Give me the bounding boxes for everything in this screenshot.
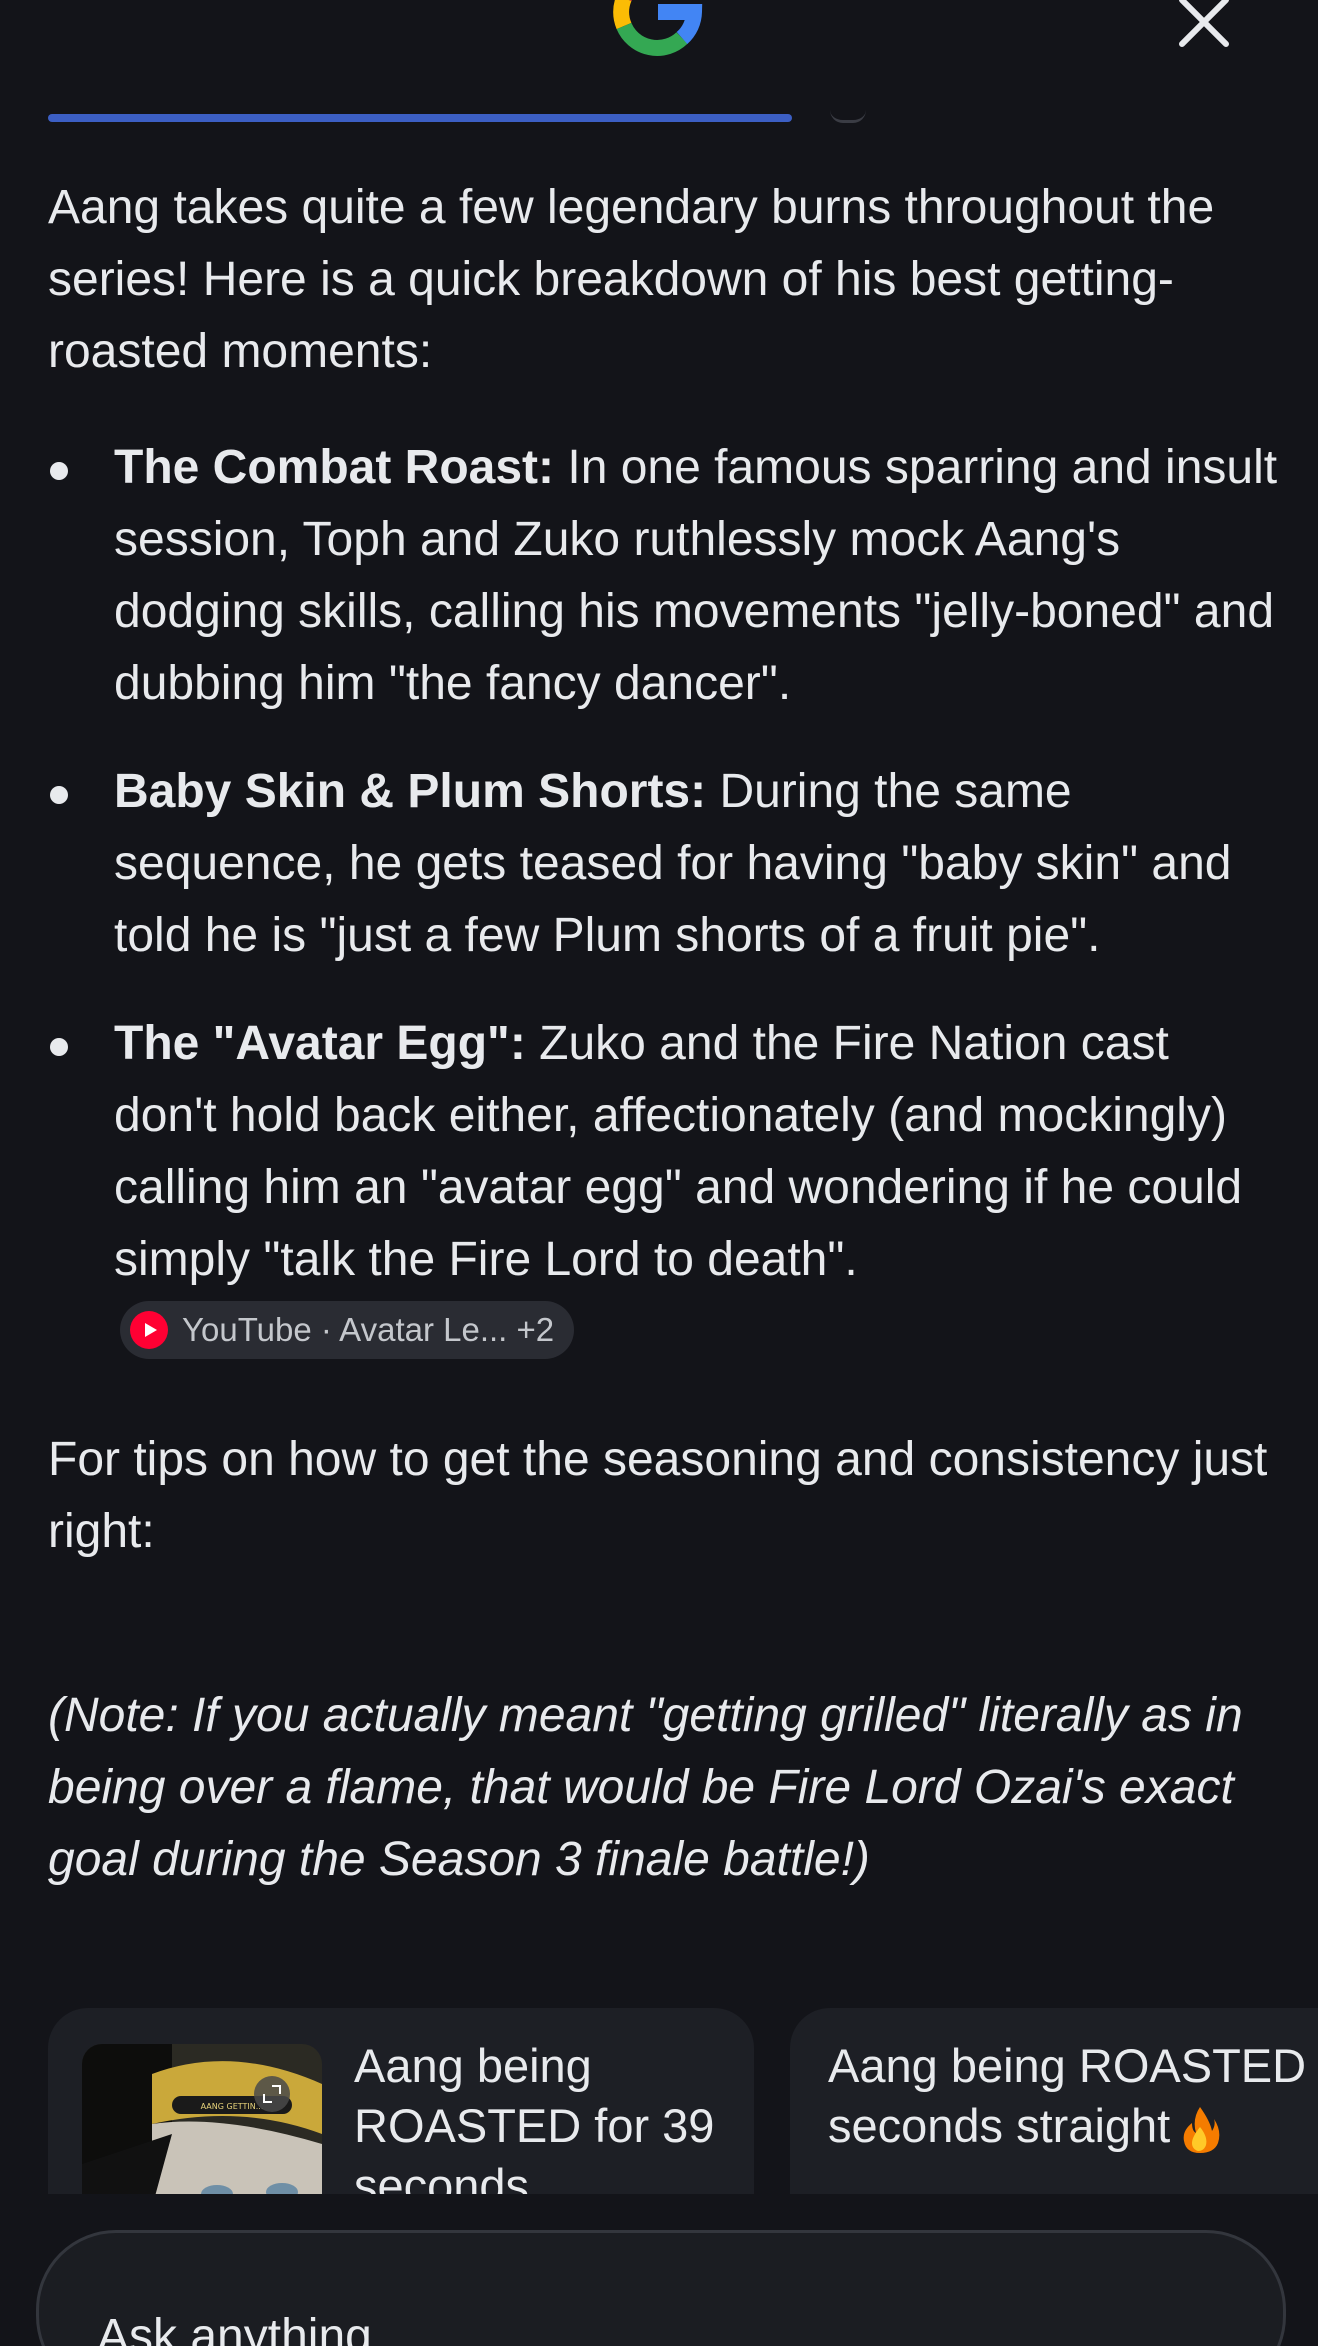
google-g-logo-icon bbox=[613, 0, 703, 56]
bullet-item: The Combat Roast: In one famous sparring… bbox=[48, 432, 1278, 720]
video-card[interactable]: Aang being ROASTED 39 seconds straight bbox=[790, 2008, 1318, 2194]
video-card[interactable]: AANG GETTIN... Aang being ROASTED for 39… bbox=[48, 2008, 754, 2194]
bullet-title: The "Avatar Egg": bbox=[114, 1017, 526, 1070]
fire-emoji-icon bbox=[1183, 2106, 1220, 2153]
answer-note: (Note: If you actually meant "getting gr… bbox=[48, 1689, 1243, 1886]
bullet-item: Baby Skin & Plum Shorts: During the same… bbox=[48, 756, 1278, 972]
bullet-title: Baby Skin & Plum Shorts: bbox=[114, 765, 707, 818]
close-button[interactable] bbox=[1172, 0, 1236, 58]
video-card-title: Aang being ROASTED for 39 seconds bbox=[354, 2039, 715, 2194]
video-cards-carousel: AANG GETTIN... Aang being ROASTED for 39… bbox=[0, 2008, 1318, 2194]
video-card-title-text: Aang being ROASTED 39 seconds straight bbox=[828, 2039, 1318, 2152]
answer-tips: For tips on how to get the seasoning and… bbox=[48, 1433, 1268, 1558]
bullet-title: The Combat Roast: bbox=[114, 441, 555, 494]
header bbox=[0, 0, 1318, 130]
thumb-caption: AANG GETTIN... bbox=[201, 2102, 264, 2111]
ai-answer: Aang takes quite a few legendary burns t… bbox=[48, 172, 1278, 1896]
tab-indicator-edge bbox=[830, 110, 866, 123]
answer-bullet-list: The Combat Roast: In one famous sparring… bbox=[48, 432, 1278, 1368]
bottom-input-bar: Ask anything bbox=[0, 2194, 1318, 2346]
source-chip[interactable]: YouTube · Avatar Le... +2 bbox=[120, 1301, 575, 1360]
video-card-title: Aang being ROASTED 39 seconds straight bbox=[828, 2036, 1318, 2156]
ask-anything-placeholder: Ask anything bbox=[97, 2310, 372, 2346]
ask-anything-input[interactable]: Ask anything bbox=[36, 2230, 1286, 2346]
youtube-icon bbox=[130, 1311, 168, 1350]
source-chip-label: YouTube · Avatar Le... +2 bbox=[182, 1311, 555, 1349]
bullet-item: The "Avatar Egg": Zuko and the Fire Nati… bbox=[48, 1008, 1278, 1368]
active-tab-indicator bbox=[48, 114, 792, 122]
answer-intro: Aang takes quite a few legendary burns t… bbox=[48, 181, 1215, 378]
video-thumbnail: AANG GETTIN... bbox=[82, 2044, 322, 2194]
page: Aang takes quite a few legendary burns t… bbox=[0, 0, 1318, 2346]
